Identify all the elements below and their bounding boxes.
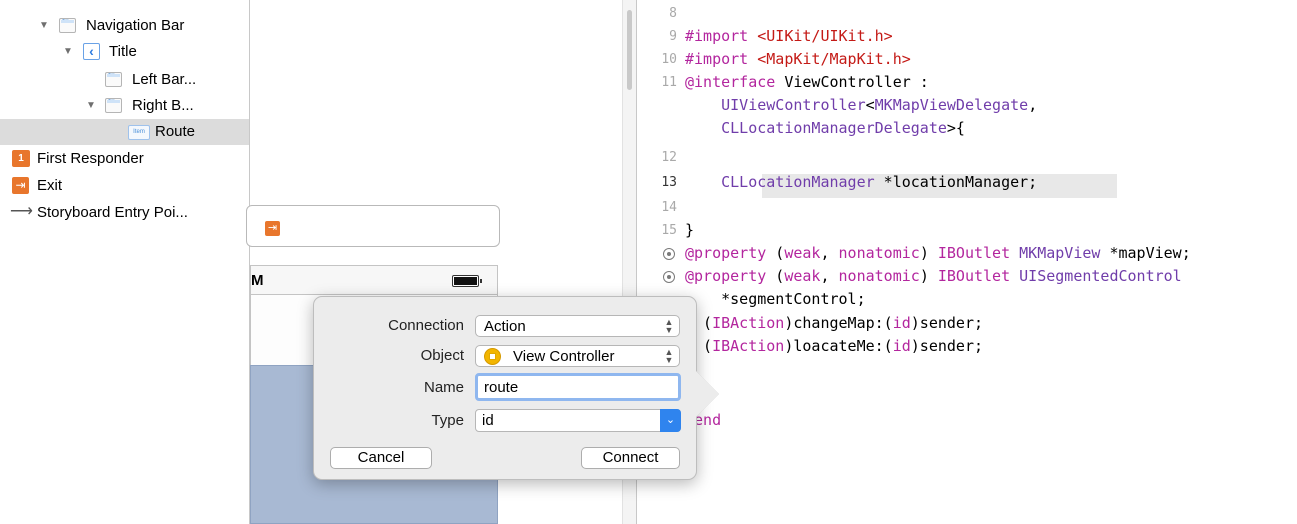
line-number: 14 bbox=[661, 200, 677, 215]
code-text: UIViewController<MKMapViewDelegate, bbox=[721, 96, 1038, 114]
object-popup[interactable]: View Controller ▲ ▼ bbox=[475, 345, 680, 367]
chevron-updown-icon: ▲ ▼ bbox=[664, 317, 674, 335]
outline-item-label: First Responder bbox=[37, 150, 144, 167]
code-text: @property (weak, nonatomic) IBOutlet UIS… bbox=[685, 267, 1182, 285]
navigation-bar-icon: Title bbox=[59, 18, 76, 33]
code-text: @property (weak, nonatomic) IBOutlet MKM… bbox=[685, 244, 1191, 262]
connection-value: Action bbox=[484, 318, 526, 335]
code-text: @interface ViewController : bbox=[685, 73, 929, 91]
outline-item-right-bar-button[interactable]: ▼ Title Right B... bbox=[0, 93, 249, 119]
name-value[interactable]: route bbox=[484, 379, 518, 396]
type-label: Type bbox=[431, 412, 464, 429]
code-text: #import <UIKit/UIKit.h> bbox=[685, 27, 893, 45]
line-number: 15 bbox=[661, 223, 677, 238]
object-value: View Controller bbox=[513, 348, 615, 365]
line-number: 10 bbox=[661, 52, 677, 67]
battery-icon bbox=[452, 275, 482, 287]
type-combobox[interactable]: id ⌄ bbox=[475, 409, 681, 432]
disclosure-triangle-icon[interactable]: ▼ bbox=[39, 21, 49, 31]
scene-dock[interactable]: ⇥ bbox=[246, 205, 500, 247]
outline-item-label: Left Bar... bbox=[132, 71, 197, 88]
code-text: } bbox=[685, 221, 695, 239]
outline-item-navigation-bar[interactable]: ▼ Title Navigation Bar bbox=[0, 13, 249, 39]
outline-item-title[interactable]: ▼ ‹ Title bbox=[0, 39, 249, 65]
code-text: #import <MapKit/MapKit.h> bbox=[685, 50, 911, 68]
connection-circle-icon[interactable] bbox=[663, 271, 675, 283]
outline-item-label: Navigation Bar bbox=[86, 17, 185, 34]
code-text: - (IBAction)loacateMe:(id)sender; bbox=[685, 337, 984, 355]
outline-item-exit[interactable]: ⇥ Exit bbox=[0, 173, 249, 199]
code-text: *segmentControl; bbox=[685, 290, 866, 308]
status-time: M bbox=[251, 272, 264, 289]
bar-button-item-icon: Title bbox=[105, 98, 122, 113]
connection-popup[interactable]: Action ▲ ▼ bbox=[475, 315, 680, 337]
outline-item-storyboard-entry-point[interactable]: ⟶ Storyboard Entry Poi... bbox=[0, 200, 249, 226]
outline-item-label: Title bbox=[109, 43, 137, 60]
name-label: Name bbox=[423, 379, 464, 396]
first-responder-icon: 1 bbox=[12, 150, 30, 167]
outline-item-route[interactable]: Item Route bbox=[0, 119, 249, 145]
chevron-updown-icon: ▲ ▼ bbox=[664, 347, 674, 365]
line-number: 11 bbox=[661, 75, 677, 90]
document-outline: ▼ Title Navigation Bar ▼ ‹ Title Title L… bbox=[0, 0, 249, 524]
navigation-item-icon: ‹ bbox=[83, 43, 100, 60]
line-number: 8 bbox=[669, 6, 677, 21]
chevron-down-icon[interactable]: ⌄ bbox=[660, 409, 681, 432]
connection-popover: Connection Action ▲ ▼ Object View Control… bbox=[313, 296, 697, 480]
object-label: Object bbox=[420, 347, 464, 364]
bar-button-item-icon: Item bbox=[128, 125, 150, 140]
code-text: - (IBAction)changeMap:(id)sender; bbox=[685, 314, 984, 332]
outline-item-label: Right B... bbox=[132, 97, 194, 114]
outline-item-label: Storyboard Entry Poi... bbox=[37, 204, 188, 221]
outline-item-left-bar-button[interactable]: Title Left Bar... bbox=[0, 67, 249, 93]
exit-icon: ⇥ bbox=[12, 177, 29, 194]
code-editor[interactable]: 8 9 #import <UIKit/UIKit.h> 10 #import <MapK… bbox=[637, 0, 1297, 524]
name-field[interactable]: route bbox=[475, 373, 681, 401]
exit-icon[interactable]: ⇥ bbox=[265, 221, 280, 236]
popover-arrow bbox=[694, 369, 719, 419]
outline-item-label: Exit bbox=[37, 177, 63, 194]
connection-label: Connection bbox=[388, 317, 464, 334]
type-value[interactable]: id bbox=[482, 412, 494, 429]
line-number: 13 bbox=[661, 175, 677, 190]
line-number: 9 bbox=[669, 29, 677, 44]
simulated-status-bar: M bbox=[250, 265, 498, 295]
connect-button[interactable]: Connect bbox=[581, 447, 680, 469]
outline-item-first-responder[interactable]: 1 First Responder bbox=[0, 146, 249, 172]
cancel-button[interactable]: Cancel bbox=[330, 447, 432, 469]
line-number: 12 bbox=[661, 150, 677, 165]
code-text: CLLocationManagerDelegate>{ bbox=[721, 119, 965, 137]
bar-button-item-icon: Title bbox=[105, 72, 122, 87]
code-text: CLLocationManager *locationManager; bbox=[721, 173, 1038, 191]
disclosure-triangle-icon[interactable]: ▼ bbox=[86, 101, 96, 111]
view-controller-icon bbox=[484, 348, 501, 365]
outline-item-label: Route bbox=[155, 123, 196, 140]
entry-arrow-icon: ⟶ bbox=[10, 203, 33, 220]
connection-circle-icon[interactable] bbox=[663, 248, 675, 260]
disclosure-triangle-icon[interactable]: ▼ bbox=[63, 47, 73, 57]
